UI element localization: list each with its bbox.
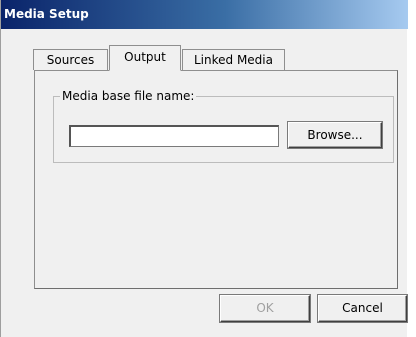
tab-output[interactable]: Output [109, 45, 181, 71]
cancel-button[interactable]: Cancel [318, 295, 407, 322]
browse-button[interactable]: Browse... [288, 122, 382, 148]
ok-button[interactable]: OK [220, 295, 310, 322]
media-base-file-name-input[interactable] [69, 125, 279, 147]
tab-linked-media[interactable]: Linked Media [182, 49, 285, 70]
media-base-file-name-label: Media base file name: [60, 89, 197, 103]
tab-sources[interactable]: Sources [33, 49, 108, 70]
window-title: Media Setup [4, 7, 89, 21]
title-bar[interactable]: Media Setup [1, 0, 408, 29]
